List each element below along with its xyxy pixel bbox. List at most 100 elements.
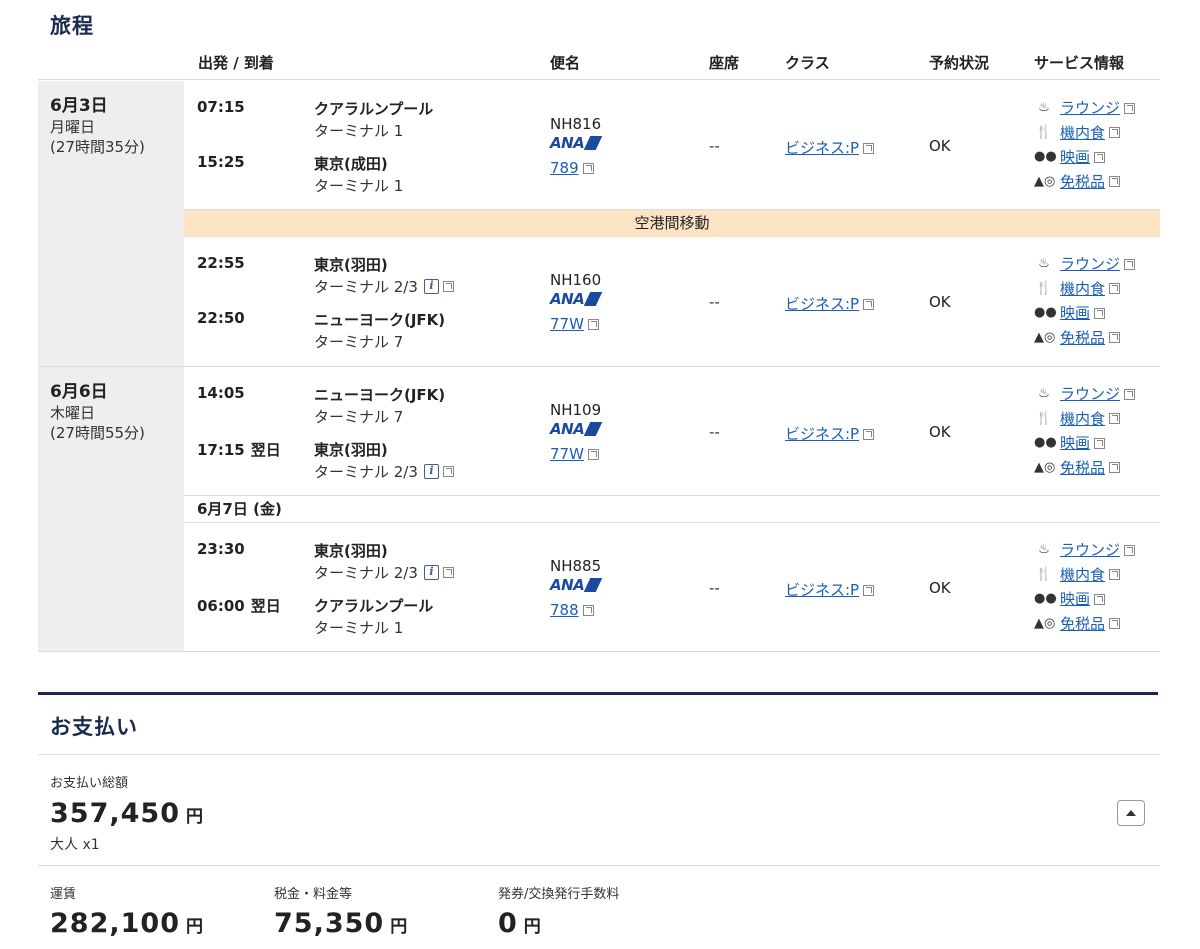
class-link[interactable]: ビジネス:P bbox=[785, 137, 875, 158]
external-link-icon bbox=[442, 281, 454, 292]
itinerary-header: 出発 / 到着 便名 座席 クラス 予約状況 サービス情報 bbox=[38, 44, 1160, 80]
collapse-toggle-button[interactable] bbox=[1117, 800, 1145, 826]
aircraft-link[interactable]: 77W bbox=[550, 445, 599, 463]
ana-logo: ANA bbox=[550, 576, 603, 594]
external-link-icon bbox=[1094, 307, 1106, 319]
meal-link[interactable]: 機内食 bbox=[1060, 407, 1105, 432]
duty-free-icon: ▲◎ bbox=[1034, 329, 1056, 345]
aircraft-type: 77W bbox=[550, 315, 584, 333]
meal-link[interactable]: 機内食 bbox=[1060, 563, 1105, 588]
day-block-2: 6月6日 木曜日 (27時間55分) bbox=[38, 367, 184, 651]
class-link[interactable]: ビジネス:P bbox=[785, 579, 875, 600]
meal-link[interactable]: 機内食 bbox=[1060, 277, 1105, 302]
terminal-label: ターミナル 2/3 bbox=[314, 278, 418, 296]
payment-title: お支払い bbox=[50, 715, 138, 739]
aircraft-type: 788 bbox=[550, 601, 579, 619]
header-flight: 便名 bbox=[550, 54, 581, 72]
departure-time: 07:15 bbox=[197, 98, 245, 116]
flight-segment: 14:05 ニューヨーク(JFK) ターミナル 7 17:15 翌日 東京(羽田)… bbox=[184, 367, 1160, 495]
lounge-icon: ♨ bbox=[1038, 100, 1050, 115]
arrival-time: 06:00 翌日 bbox=[197, 595, 281, 616]
total-label: お支払い総額 bbox=[50, 776, 129, 791]
departure-terminal: ターミナル 7 bbox=[314, 406, 403, 427]
payment-section-rule bbox=[38, 692, 1158, 695]
day-date: 6月3日 bbox=[50, 96, 108, 116]
aircraft-link[interactable]: 788 bbox=[550, 601, 594, 619]
external-link-icon bbox=[587, 319, 599, 330]
class-link[interactable]: ビジネス:P bbox=[785, 293, 875, 314]
external-link-icon bbox=[1094, 593, 1106, 605]
external-link-icon bbox=[1124, 388, 1136, 400]
departure-city: クアラルンプール bbox=[314, 100, 434, 118]
lounge-link[interactable]: ラウンジ bbox=[1060, 382, 1120, 407]
total-amount: 357,450 円 bbox=[50, 798, 204, 829]
tax-label: 税金・料金等 bbox=[274, 887, 353, 902]
lounge-link[interactable]: ラウンジ bbox=[1060, 96, 1120, 121]
duty-free-link[interactable]: 免税品 bbox=[1060, 456, 1105, 481]
flight-number: NH160 bbox=[550, 271, 602, 289]
external-link-icon bbox=[1124, 102, 1136, 114]
lounge-link[interactable]: ラウンジ bbox=[1060, 538, 1120, 563]
movie-link[interactable]: 映画 bbox=[1060, 145, 1090, 170]
booking-status: OK bbox=[929, 423, 951, 441]
departure-city: 東京(羽田) bbox=[314, 256, 388, 274]
aircraft-link[interactable]: 77W bbox=[550, 315, 599, 333]
header-services: サービス情報 bbox=[1034, 54, 1125, 72]
seat-value: -- bbox=[709, 423, 720, 441]
flight-segment: 22:55 東京(羽田) ターミナル 2/3 i 22:50 ニューヨーク(JFK… bbox=[184, 237, 1160, 365]
meal-icon: 🍴 bbox=[1035, 124, 1053, 140]
flight-segment: 23:30 東京(羽田) ターミナル 2/3 i 06:00 翌日 クアラルンプール… bbox=[184, 523, 1160, 651]
booking-status: OK bbox=[929, 293, 951, 311]
departure-city: 東京(羽田) bbox=[314, 542, 388, 560]
info-icon[interactable]: i bbox=[423, 279, 439, 294]
duty-free-link[interactable]: 免税品 bbox=[1060, 170, 1105, 195]
ana-logo-mark bbox=[584, 578, 603, 592]
total-value: 357,450 bbox=[50, 798, 180, 829]
arrival-time-value: 22:50 bbox=[197, 309, 245, 327]
aircraft-link[interactable]: 789 bbox=[550, 159, 594, 177]
lounge-link[interactable]: ラウンジ bbox=[1060, 252, 1120, 277]
divider bbox=[38, 865, 1160, 866]
movie-icon: ●● bbox=[1034, 435, 1057, 450]
header-class: クラス bbox=[785, 54, 830, 72]
arrival-city: ニューヨーク(JFK) bbox=[314, 311, 446, 329]
aircraft-type: 789 bbox=[550, 159, 579, 177]
class-label: ビジネス:P bbox=[785, 581, 860, 599]
divider bbox=[38, 651, 1160, 652]
terminal-label: ターミナル 2/3 bbox=[314, 463, 418, 481]
arrival-city: 東京(羽田) bbox=[314, 441, 388, 459]
meal-link[interactable]: 機内食 bbox=[1060, 121, 1105, 146]
currency-label: 円 bbox=[523, 917, 542, 937]
duty-free-link[interactable]: 免税品 bbox=[1060, 326, 1105, 351]
airport-transfer-bar: 空港間移動 bbox=[184, 210, 1160, 237]
passenger-count: 大人 x1 bbox=[50, 837, 100, 853]
booking-status: OK bbox=[929, 579, 951, 597]
day-block-1: 6月3日 月曜日 (27時間35分) bbox=[38, 81, 184, 366]
movie-link[interactable]: 映画 bbox=[1060, 301, 1090, 326]
ana-logo: ANA bbox=[550, 134, 603, 152]
external-link-icon bbox=[1124, 544, 1136, 556]
movie-link[interactable]: 映画 bbox=[1060, 587, 1090, 612]
ana-logo: ANA bbox=[550, 290, 603, 308]
movie-link[interactable]: 映画 bbox=[1060, 431, 1090, 456]
ana-logo-mark bbox=[584, 422, 603, 436]
meal-icon: 🍴 bbox=[1035, 280, 1053, 296]
flight-number: NH885 bbox=[550, 557, 602, 575]
external-link-icon bbox=[1094, 151, 1106, 163]
departure-time: 14:05 bbox=[197, 384, 245, 402]
class-link[interactable]: ビジネス:P bbox=[785, 423, 875, 444]
duty-free-link[interactable]: 免税品 bbox=[1060, 612, 1105, 637]
header-status: 予約状況 bbox=[929, 54, 990, 72]
day-duration: (27時間35分) bbox=[50, 138, 145, 156]
fare-label: 運賃 bbox=[50, 887, 77, 902]
terminal-label: ターミナル 7 bbox=[314, 408, 404, 426]
day-date: 6月6日 bbox=[50, 382, 108, 402]
info-icon[interactable]: i bbox=[423, 464, 439, 479]
external-link-icon bbox=[1094, 437, 1106, 449]
service-info: ♨ ラウンジ 🍴 機内食 ●● 映画 ▲◎ 免税品 bbox=[1034, 96, 1136, 195]
fare-value: 282,100 bbox=[50, 908, 180, 939]
seat-value: -- bbox=[709, 137, 720, 155]
external-link-icon bbox=[863, 429, 875, 440]
info-icon[interactable]: i bbox=[423, 565, 439, 580]
meal-icon: 🍴 bbox=[1035, 410, 1053, 426]
